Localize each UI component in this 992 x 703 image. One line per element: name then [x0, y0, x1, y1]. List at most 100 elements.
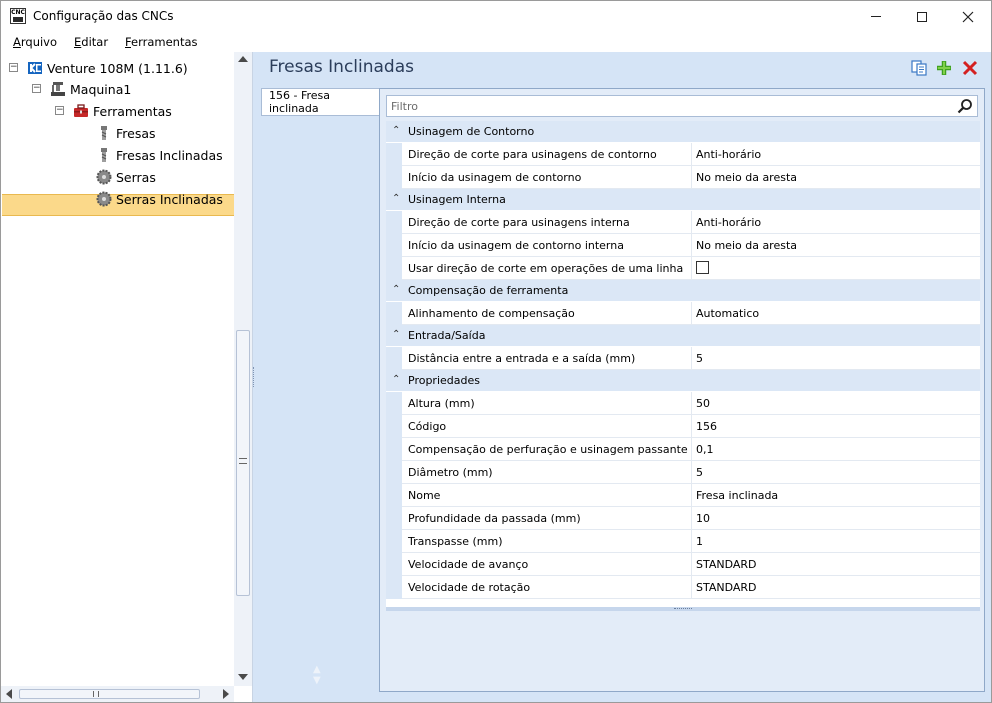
- maximize-button[interactable]: [899, 1, 945, 32]
- property-row[interactable]: Velocidade de rotação STANDARD: [386, 576, 980, 599]
- property-value[interactable]: No meio da aresta: [692, 234, 980, 257]
- tree-item-fresas-inclinadas[interactable]: Fresas Inclinadas: [96, 144, 223, 166]
- minimize-button[interactable]: [853, 1, 899, 32]
- property-row[interactable]: Distância entre a entrada e a saída (mm)…: [386, 347, 980, 370]
- property-row[interactable]: Transpasse (mm) 1: [386, 530, 980, 553]
- property-value[interactable]: 1: [692, 530, 980, 553]
- panel-header: Fresas Inclinadas: [255, 52, 991, 82]
- tree-vertical-scrollbar[interactable]: [234, 52, 252, 686]
- machine-icon: [51, 82, 65, 96]
- search-icon[interactable]: [957, 98, 973, 114]
- tree-item-fresas[interactable]: Fresas: [96, 122, 156, 144]
- chevron-up-icon[interactable]: ⌃: [392, 374, 400, 385]
- use-direction-checkbox[interactable]: [696, 261, 709, 274]
- delete-icon[interactable]: [961, 59, 979, 77]
- menu-arquivo-mnemonic: A: [13, 35, 21, 49]
- scroll-down-icon[interactable]: [238, 674, 248, 680]
- property-value[interactable]: Automatico: [692, 302, 980, 325]
- description-pane: [386, 611, 980, 689]
- collapse-toggle-tools[interactable]: −: [55, 106, 64, 115]
- tree-item-tools[interactable]: Ferramentas: [73, 100, 172, 122]
- property-value[interactable]: Fresa inclinada: [692, 484, 980, 507]
- row-gutter: [386, 530, 402, 553]
- menu-bar: Arquivo Editar Ferramentas: [1, 32, 991, 52]
- property-value[interactable]: Anti-horário: [692, 143, 980, 166]
- property-name: Início da usinagem de contorno interna: [402, 234, 692, 257]
- tree-item-serras-inclinadas[interactable]: Serras Inclinadas: [96, 188, 223, 210]
- category-usinagem-contorno[interactable]: ⌃ Usinagem de Contorno: [386, 121, 980, 143]
- filter-box[interactable]: Filtro: [386, 95, 978, 117]
- collapse-toggle-machine[interactable]: −: [32, 84, 41, 93]
- tab-scroll-arrows-icon[interactable]: ▲ ▼: [313, 664, 321, 686]
- hscroll-thumb[interactable]: [19, 689, 200, 699]
- property-value[interactable]: 10: [692, 507, 980, 530]
- row-gutter: [386, 392, 402, 415]
- add-icon[interactable]: [935, 59, 953, 77]
- property-value[interactable]: No meio da aresta: [692, 166, 980, 189]
- collapse-toggle-root[interactable]: −: [9, 63, 18, 72]
- tree-item-machine[interactable]: Maquina1: [50, 78, 131, 100]
- property-value[interactable]: Anti-horário: [692, 211, 980, 234]
- close-button[interactable]: [945, 1, 991, 32]
- copy-icon[interactable]: [910, 59, 928, 77]
- scroll-left-icon[interactable]: [6, 689, 12, 699]
- chevron-up-icon[interactable]: ⌃: [392, 193, 400, 204]
- tree-item-serras[interactable]: Serras: [96, 166, 156, 188]
- property-value[interactable]: 156: [692, 415, 980, 438]
- property-value[interactable]: 5: [692, 347, 980, 370]
- tab-strip: 156 - Fresa inclinada ▲ ▼: [261, 88, 379, 698]
- scroll-up-icon[interactable]: [238, 56, 248, 62]
- category-label: Compensação de ferramenta: [408, 284, 569, 297]
- property-row[interactable]: Usar direção de corte em operações de um…: [386, 257, 980, 280]
- drill-bit-icon: [101, 148, 107, 162]
- saw-blade-icon: [96, 191, 112, 207]
- property-name: Direção de corte para usinagens interna: [402, 211, 692, 234]
- property-row[interactable]: Diâmetro (mm) 5: [386, 461, 980, 484]
- property-row[interactable]: Velocidade de avanço STANDARD: [386, 553, 980, 576]
- menu-ferramentas[interactable]: Ferramentas: [125, 35, 198, 49]
- property-row[interactable]: Direção de corte para usinagens interna …: [386, 211, 980, 234]
- tree-label-serras: Serras: [116, 169, 156, 185]
- property-row[interactable]: Profundidade da passada (mm) 10: [386, 507, 980, 530]
- menu-editar[interactable]: Editar: [74, 35, 108, 49]
- category-propriedades[interactable]: ⌃ Propriedades: [386, 370, 980, 392]
- property-row[interactable]: Altura (mm) 50: [386, 392, 980, 415]
- property-row[interactable]: Início da usinagem de contorno No meio d…: [386, 166, 980, 189]
- tree-label-fresas: Fresas: [116, 125, 156, 141]
- chevron-up-icon[interactable]: ⌃: [392, 284, 400, 295]
- toolbox-icon: [74, 104, 88, 117]
- row-gutter: [386, 347, 402, 370]
- property-value[interactable]: STANDARD: [692, 553, 980, 576]
- window-title: Configuração das CNCs: [33, 9, 174, 23]
- property-row[interactable]: Código 156: [386, 415, 980, 438]
- property-name: Código: [402, 415, 692, 438]
- tab-156-fresa-inclinada[interactable]: 156 - Fresa inclinada: [261, 88, 379, 116]
- hscroll-grip-icon: [93, 691, 99, 697]
- property-value[interactable]: 0,1: [692, 438, 980, 461]
- cnc-logo-icon: [28, 62, 42, 74]
- scroll-right-icon[interactable]: [223, 689, 229, 699]
- category-entrada-saida[interactable]: ⌃ Entrada/Saída: [386, 325, 980, 347]
- row-gutter: [386, 438, 402, 461]
- property-row[interactable]: Nome Fresa inclinada: [386, 484, 980, 507]
- property-row[interactable]: Início da usinagem de contorno interna N…: [386, 234, 980, 257]
- property-row[interactable]: Direção de corte para usinagens de conto…: [386, 143, 980, 166]
- property-frame: Filtro ⌃ Usinagem de Contorno Direção de…: [379, 88, 985, 692]
- category-compensacao[interactable]: ⌃ Compensação de ferramenta: [386, 280, 980, 302]
- category-usinagem-interna[interactable]: ⌃ Usinagem Interna: [386, 189, 980, 211]
- row-gutter: [386, 143, 402, 166]
- chevron-up-icon[interactable]: ⌃: [392, 329, 400, 340]
- property-name: Compensação de perfuração e usinagem pas…: [402, 438, 692, 461]
- tree-item-venture[interactable]: Venture 108M (1.11.6): [27, 57, 188, 79]
- tree-horizontal-scrollbar[interactable]: [1, 686, 234, 702]
- saw-blade-icon: [96, 169, 112, 185]
- property-value[interactable]: STANDARD: [692, 576, 980, 599]
- tree-label-machine: Maquina1: [70, 81, 132, 97]
- chevron-up-icon[interactable]: ⌃: [392, 125, 400, 136]
- property-row[interactable]: Compensação de perfuração e usinagem pas…: [386, 438, 980, 461]
- menu-arquivo[interactable]: Arquivo: [13, 35, 57, 49]
- property-value[interactable]: 5: [692, 461, 980, 484]
- property-value[interactable]: 50: [692, 392, 980, 415]
- property-row[interactable]: Alinhamento de compensação Automatico: [386, 302, 980, 325]
- property-name: Transpasse (mm): [402, 530, 692, 553]
